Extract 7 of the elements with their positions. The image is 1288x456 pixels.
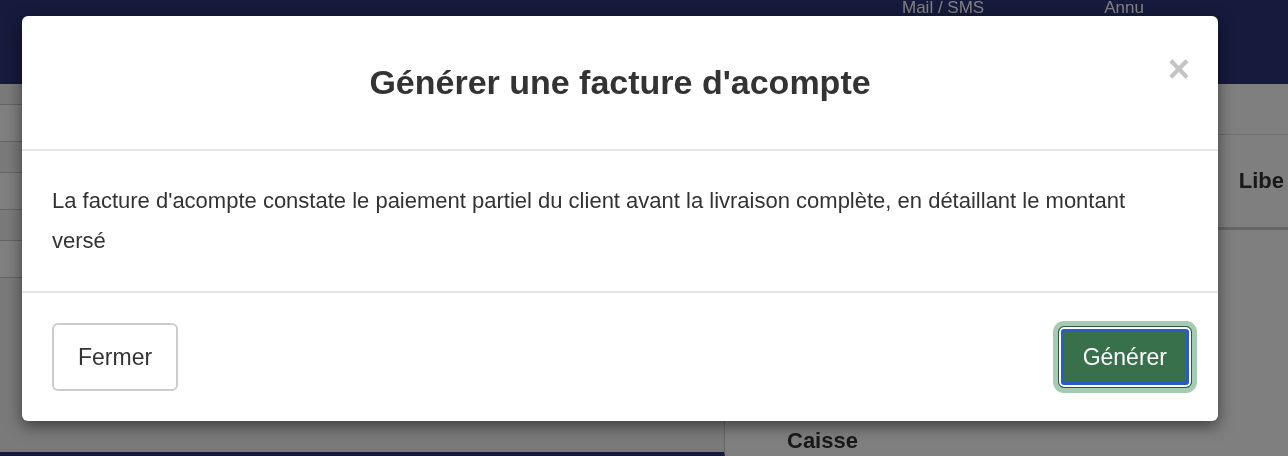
modal-message: La facture d'acompte constate le paiement partiel du client avant la livraison complète, en détaillant le montant versé [52,187,1127,255]
modal-title: Générer une facture d'acompte [369,63,871,102]
nav-link[interactable]: Mail / SMS [902,0,985,16]
column-header: Libe [1238,168,1284,194]
section-label: Caisse [787,428,859,454]
close-dialog-button[interactable]: Fermer [52,323,179,391]
nav-link[interactable]: Annu [1104,0,1144,16]
